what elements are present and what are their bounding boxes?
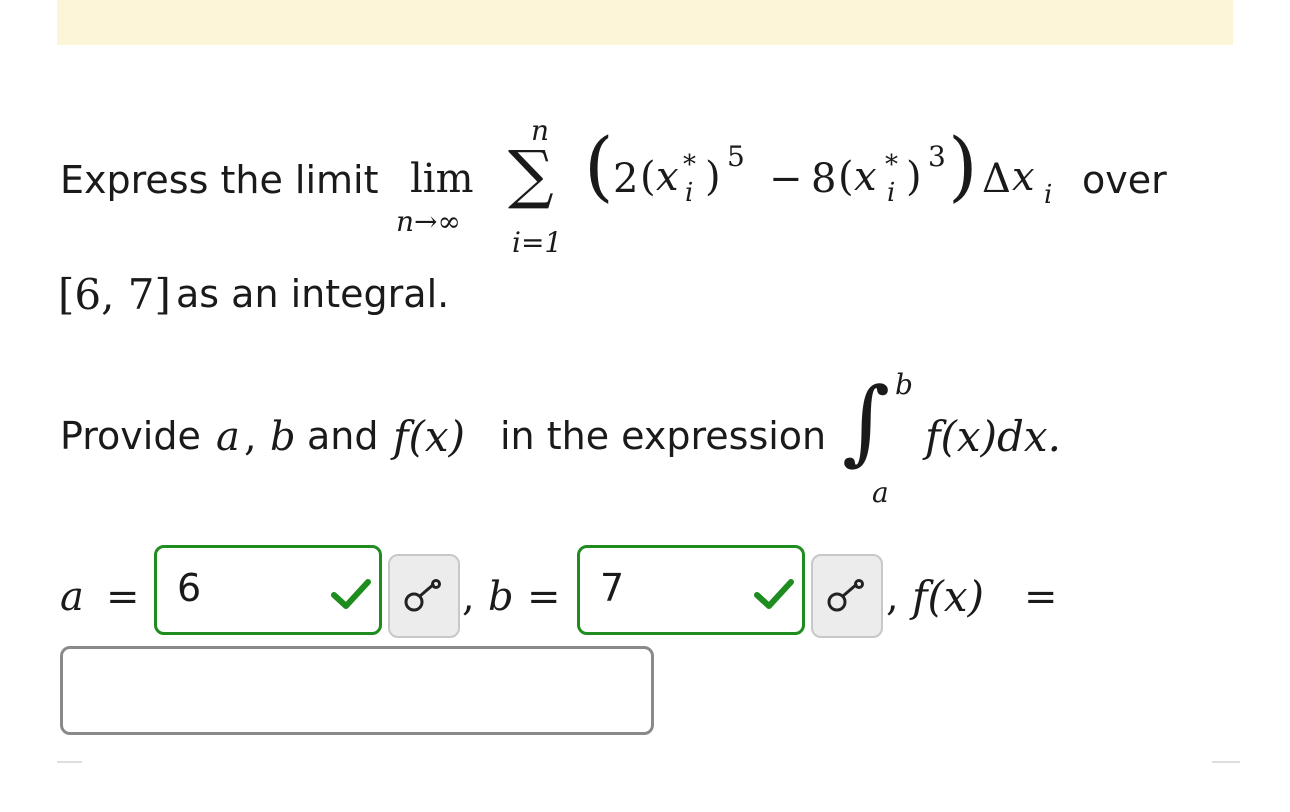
paren-open-2: ( [838,154,854,200]
divider-right [1212,761,1240,763]
integral-sign-icon: ∫ [842,368,890,475]
term-coef2: 8 [811,156,837,202]
lim-subscript: n→∞ [396,205,461,238]
provide-comma: , [244,414,257,460]
key-icon [404,579,441,612]
term-star-2: * [885,150,898,180]
sum-lower: i=1 [512,226,563,259]
interval: [6, 7] [58,270,171,319]
lim-word: lim [410,156,474,202]
show-answer-key-button-b[interactable] [811,554,883,638]
b-label: b [488,574,514,620]
paren-open-1: ( [640,154,656,200]
minus-sign: − [769,156,803,202]
notice-banner [57,0,1233,45]
sigma-icon: ∑ [508,138,554,212]
term-i-1: i [685,178,694,208]
a-equals: = [106,574,140,620]
integral-upper: b [895,368,913,401]
provide-prefix: Provide [60,414,201,458]
term-star-1: * [683,150,696,180]
check-icon [331,579,371,609]
delta-var: x [1012,154,1035,200]
b-equals: = [527,574,561,620]
answer-separator-2: , [886,574,899,620]
a-label: a [60,574,84,620]
fx-equals: = [1024,574,1058,620]
term-coef1: 2 [613,156,639,202]
paren-close-1: ) [705,154,721,200]
key-icon [827,579,864,612]
term-i-2: i [887,178,896,208]
provide-a: a [216,414,240,460]
a-answer-value: 6 [177,566,202,610]
exponent-3: 3 [928,140,946,173]
delta-symbol: Δ [982,156,1011,202]
integrand: f(x)dx. [925,412,1061,461]
provide-fx: f(x) [393,412,466,461]
big-paren-open: ( [584,121,614,210]
term-var-1: x [656,154,679,200]
paren-close-2: ) [906,154,922,200]
problem-over: over [1082,158,1167,202]
term-var-2: x [854,154,877,200]
integral-lower: a [872,476,889,509]
delta-sub: i [1044,180,1053,210]
divider-left [57,761,82,763]
problem-suffix: as an integral. [176,272,450,316]
big-paren-close: ) [948,121,978,210]
provide-and: and [307,414,379,458]
fx-label: f(x) [912,572,985,621]
b-answer-value: 7 [600,566,625,610]
problem-prefix: Express the limit [60,158,379,202]
provide-middle: in the expression [500,414,827,458]
a-answer-input[interactable]: 6 [154,545,382,635]
b-answer-input[interactable]: 7 [577,545,805,635]
fx-answer-input[interactable] [60,646,654,735]
check-icon [754,579,794,609]
answer-separator-1: , [462,574,475,620]
provide-b: b [270,414,296,460]
exponent-5: 5 [727,140,745,173]
show-answer-key-button-a[interactable] [388,554,460,638]
